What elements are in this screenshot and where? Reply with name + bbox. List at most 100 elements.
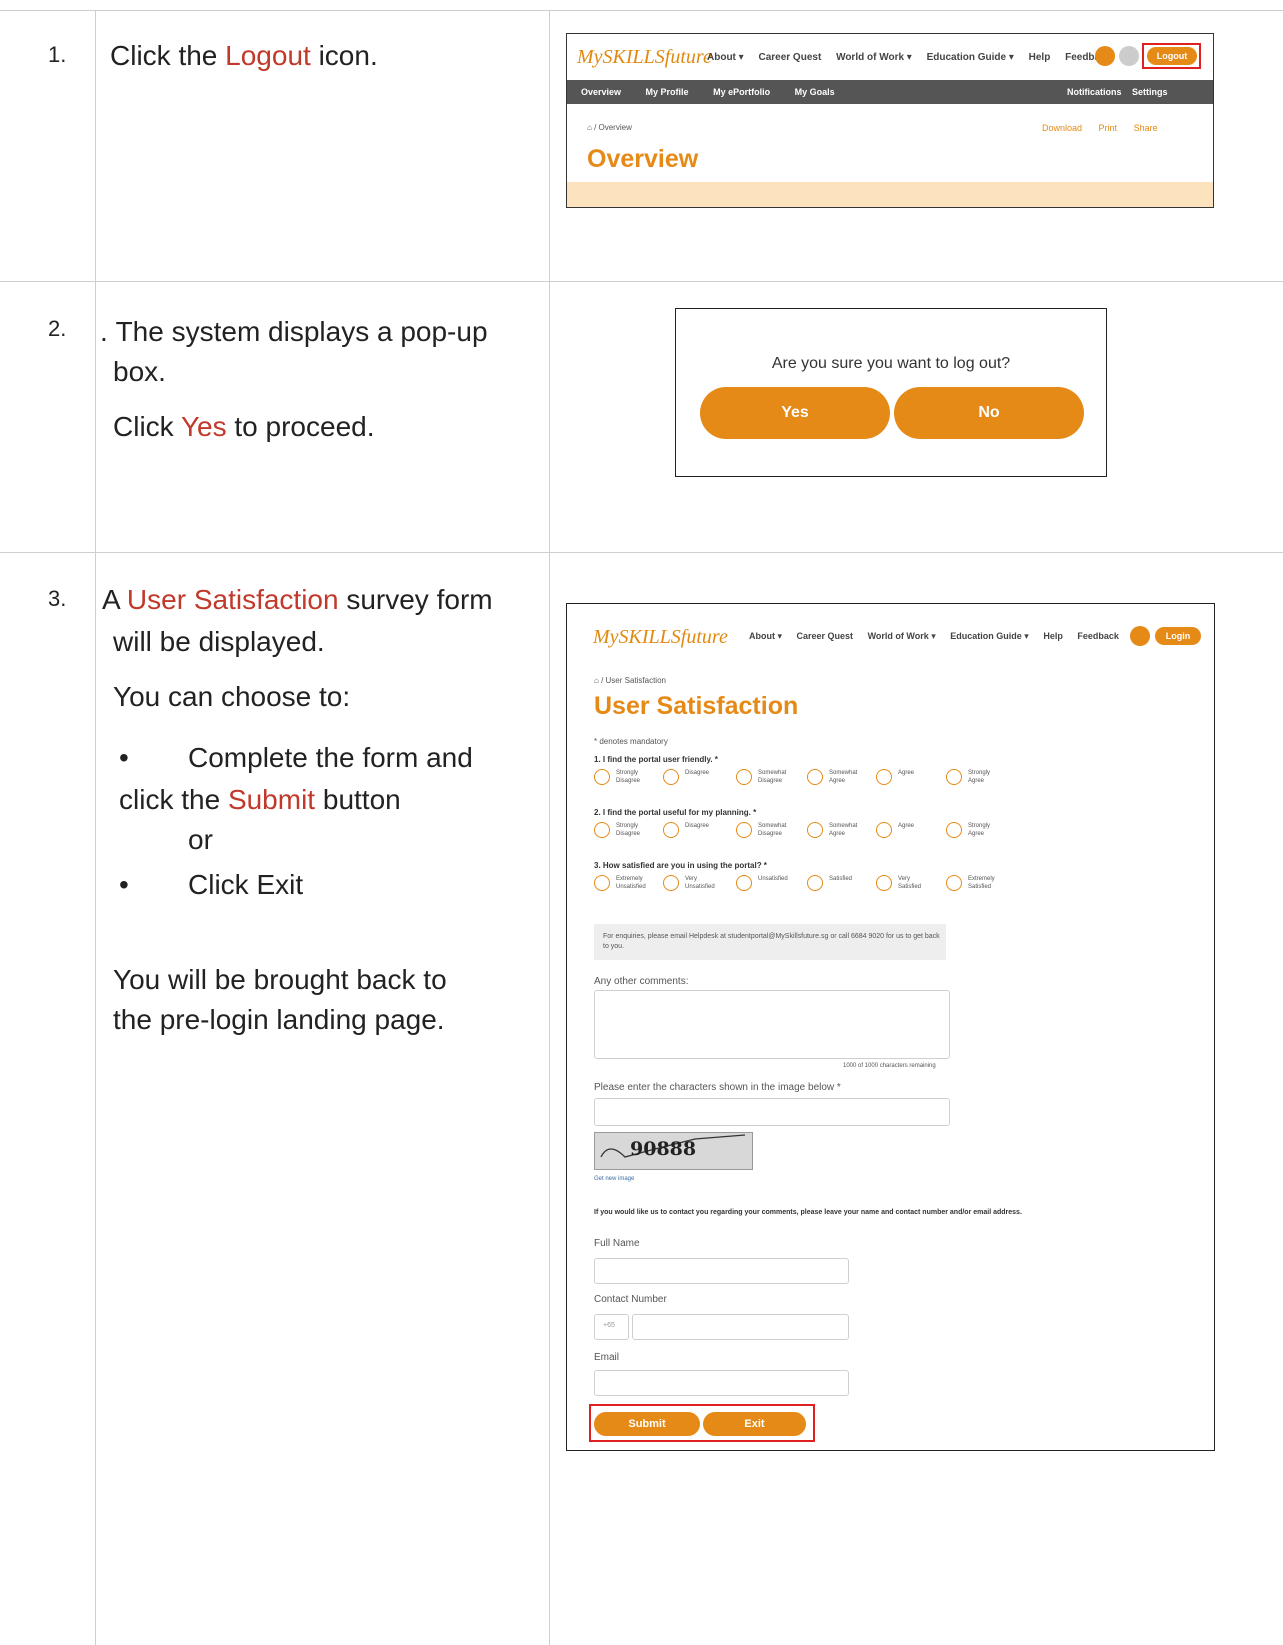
radio-option[interactable]: Agree xyxy=(876,822,914,838)
radio-option[interactable]: Disagree xyxy=(663,822,709,838)
captcha-text: 90888 xyxy=(630,1138,697,1160)
radio-label: Extremely Unsatisfied xyxy=(616,876,646,890)
radio-option[interactable]: Satisfied xyxy=(807,875,852,891)
logo: MySKILLSfuture xyxy=(577,46,712,68)
radio-option[interactable]: Extremely Unsatisfied xyxy=(594,875,646,891)
avatar[interactable] xyxy=(1119,46,1139,66)
instruction-text: the pre-login landing page. xyxy=(113,1004,445,1035)
nav-world-of-work[interactable]: World of Work ▾ xyxy=(868,631,936,641)
radio-button[interactable] xyxy=(594,875,610,891)
radio-label: Disagree xyxy=(685,770,710,776)
table-top-border xyxy=(0,10,1283,11)
tab-my-goals[interactable]: My Goals xyxy=(795,87,835,97)
nav-help[interactable]: Help xyxy=(1043,631,1063,641)
step-1-instruction: Click the Logout icon. xyxy=(110,36,378,76)
nav-about[interactable]: About ▾ xyxy=(707,52,744,63)
bullet-icon: • xyxy=(119,869,129,900)
radio-button[interactable] xyxy=(807,822,823,838)
radio-button[interactable] xyxy=(876,769,892,785)
radio-option[interactable]: Strongly Disagree xyxy=(594,769,640,785)
submit-button[interactable]: Submit xyxy=(594,1412,700,1436)
nav-feedback[interactable]: Feedback xyxy=(1077,631,1119,641)
search-icon[interactable] xyxy=(1095,46,1115,66)
step-number: 1. xyxy=(48,42,67,67)
step-number: 3. xyxy=(48,586,67,611)
instruction-text: A xyxy=(102,584,127,615)
instruction-text: Click xyxy=(113,411,181,442)
tab-overview[interactable]: Overview xyxy=(581,87,621,97)
page-title: Overview xyxy=(587,145,699,173)
search-icon[interactable] xyxy=(1130,626,1150,646)
new-image-link[interactable]: Get new image xyxy=(594,1176,634,1182)
contact-note: If you would like us to contact you rega… xyxy=(594,1209,1022,1216)
radio-button[interactable] xyxy=(946,822,962,838)
share-link[interactable]: Share xyxy=(1134,123,1158,133)
download-link[interactable]: Download xyxy=(1042,123,1082,133)
radio-option[interactable]: Extremely Satisfied xyxy=(946,875,995,891)
notifications-link[interactable]: Notifications xyxy=(1067,87,1122,97)
tab-my-profile[interactable]: My Profile xyxy=(646,87,689,97)
banner-strip xyxy=(567,182,1213,207)
main-nav: About ▾ Career Quest World of Work ▾ Edu… xyxy=(749,631,1131,642)
radio-button[interactable] xyxy=(663,822,679,838)
comments-label: Any other comments: xyxy=(594,976,689,987)
table-row-divider xyxy=(0,552,1283,553)
settings-link[interactable]: Settings xyxy=(1132,87,1168,97)
logout-button[interactable]: Logout xyxy=(1147,47,1197,65)
login-button[interactable]: Login xyxy=(1155,627,1201,645)
nav-help[interactable]: Help xyxy=(1029,52,1051,63)
instruction-highlight: User Satisfaction xyxy=(126,584,339,615)
nav-career-quest[interactable]: Career Quest xyxy=(758,52,821,63)
logo: MySKILLSfuture xyxy=(593,626,728,648)
popup-question: Are you sure you want to log out? xyxy=(771,355,1011,372)
radio-button[interactable] xyxy=(876,875,892,891)
radio-option[interactable]: Strongly Agree xyxy=(946,822,990,838)
tab-my-eportfolio[interactable]: My ePortfolio xyxy=(713,87,770,97)
radio-option[interactable]: Somewhat Disagree xyxy=(736,822,786,838)
radio-button[interactable] xyxy=(807,769,823,785)
radio-button[interactable] xyxy=(663,769,679,785)
radio-button[interactable] xyxy=(807,875,823,891)
nav-world-of-work[interactable]: World of Work ▾ xyxy=(836,52,912,63)
exit-button[interactable]: Exit xyxy=(703,1412,806,1436)
radio-button[interactable] xyxy=(736,875,752,891)
radio-option[interactable]: Agree xyxy=(876,769,914,785)
radio-button[interactable] xyxy=(876,822,892,838)
radio-option[interactable]: Somewhat Agree xyxy=(807,769,857,785)
comments-textarea[interactable] xyxy=(594,990,950,1059)
email-input[interactable] xyxy=(594,1370,849,1396)
radio-button[interactable] xyxy=(946,875,962,891)
radio-option[interactable]: Strongly Disagree xyxy=(594,822,640,838)
yes-button[interactable]: Yes xyxy=(700,387,890,439)
radio-button[interactable] xyxy=(594,822,610,838)
radio-button[interactable] xyxy=(663,875,679,891)
bullet-text: Complete the form and xyxy=(188,742,473,773)
radio-button[interactable] xyxy=(736,769,752,785)
instruction-text: box. xyxy=(113,356,166,387)
contact-number-input[interactable] xyxy=(632,1314,849,1340)
radio-option[interactable]: Somewhat Disagree xyxy=(736,769,786,785)
radio-option[interactable]: Very Satisfied xyxy=(876,875,921,891)
nav-education-guide[interactable]: Education Guide ▾ xyxy=(950,631,1029,641)
step-number: 2. xyxy=(48,316,67,341)
nav-career-quest[interactable]: Career Quest xyxy=(797,631,854,641)
no-button[interactable]: No xyxy=(894,387,1084,439)
radio-button[interactable] xyxy=(946,769,962,785)
chars-remaining: 1000 of 1000 characters remaining xyxy=(843,1063,936,1069)
instruction-text: click the xyxy=(119,784,228,815)
radio-button[interactable] xyxy=(736,822,752,838)
print-link[interactable]: Print xyxy=(1099,123,1118,133)
radio-option[interactable]: Disagree xyxy=(663,769,709,785)
nav-education-guide[interactable]: Education Guide ▾ xyxy=(927,52,1014,63)
radio-option[interactable]: Somewhat Agree xyxy=(807,822,857,838)
radio-option[interactable]: Unsatisfied xyxy=(736,875,788,891)
captcha-input[interactable] xyxy=(594,1098,950,1126)
instruction-text: icon. xyxy=(310,40,378,71)
radio-button[interactable] xyxy=(594,769,610,785)
nav-about[interactable]: About ▾ xyxy=(749,631,782,641)
survey-question: 1. I find the portal user friendly. * xyxy=(594,755,718,764)
radio-option[interactable]: Strongly Agree xyxy=(946,769,990,785)
radio-option[interactable]: Very Unsatisfied xyxy=(663,875,715,891)
full-name-input[interactable] xyxy=(594,1258,849,1284)
radio-label: Disagree xyxy=(685,823,710,829)
